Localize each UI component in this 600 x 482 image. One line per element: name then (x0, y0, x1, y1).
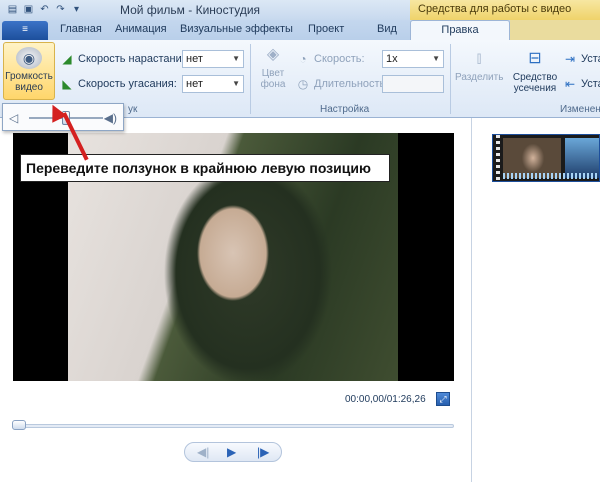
fade-in-icon: ◢ (62, 52, 72, 66)
speed-icon: ◔ (299, 52, 307, 66)
speed-label: Скорость: (314, 53, 365, 65)
save-icon[interactable]: ▣ (22, 3, 35, 16)
context-tab-title: Средства для работы с видео (410, 0, 600, 20)
redo-icon[interactable]: ↷ (54, 3, 67, 16)
video-volume-button[interactable]: ◉ Громкость видео (3, 42, 55, 100)
speed-select[interactable]: 1x ▼ (382, 50, 444, 68)
clip-thumbnail (503, 138, 561, 178)
loud-speaker-icon: ◀) (103, 111, 117, 125)
set-end-row[interactable]: ⇤ Устан (563, 77, 600, 91)
duration-label: Длительность: (314, 78, 389, 90)
fade-out-value: нет (186, 78, 203, 90)
tab-project[interactable]: Проект (308, 23, 344, 35)
group-separator (450, 44, 451, 114)
paint-bucket-icon: ◈ (266, 46, 280, 63)
instruction-callout: Переведите ползунок в крайнюю левую пози… (20, 154, 390, 182)
clip-thumbnail (565, 138, 599, 178)
quick-access-toolbar: ▤ ▣ ↶ ↷ ▾ (6, 3, 83, 16)
duration-icon: ◷ (297, 77, 309, 91)
set-start-label: Устан (581, 53, 600, 65)
audio-waveform (503, 173, 599, 179)
set-start-row[interactable]: ⇥ Устан (563, 52, 600, 66)
file-menu-button[interactable]: ≡ (2, 21, 48, 40)
tab-home[interactable]: Главная (60, 23, 102, 35)
set-end-label: Устан (581, 78, 600, 90)
fade-out-select[interactable]: нет ▼ (182, 75, 244, 93)
undo-icon[interactable]: ↶ (38, 3, 51, 16)
fade-in-value: нет (186, 53, 203, 65)
split-button[interactable]: ⫾ Разделить (455, 48, 503, 83)
fade-in-label: Скорость нарастания: (78, 53, 191, 65)
tab-edit[interactable]: Правка (410, 20, 510, 41)
mute-speaker-icon: ◁ (9, 111, 19, 125)
chevron-down-icon: ▼ (232, 54, 240, 63)
fullscreen-icon[interactable]: ⤢ (436, 392, 450, 406)
background-color-label: Цвет фона (260, 68, 286, 90)
trim-tool-label: Средство усечения (512, 72, 558, 94)
tab-visual-effects[interactable]: Визуальные эффекты (180, 23, 293, 35)
fade-out-icon: ◣ (62, 77, 72, 91)
trim-tool-button[interactable]: ⊟ Средство усечения (510, 48, 560, 94)
duration-row: ◷ Длительность: (296, 77, 389, 91)
trim-icon: ⊟ (528, 50, 542, 67)
ribbon-tabs: ≡ Главная Анимация Визуальные эффекты Пр… (0, 20, 600, 41)
background-color-button[interactable]: ◈ Цвет фона (256, 44, 290, 90)
speed-row: ◔ Скорость: (296, 52, 365, 66)
split-icon: ⫾ (476, 50, 482, 67)
chevron-down-icon: ▼ (232, 79, 240, 88)
previous-frame-icon[interactable]: ◀| (197, 445, 209, 459)
video-clip[interactable] (492, 134, 600, 182)
fade-out-label: Скорость угасания: (78, 78, 177, 90)
fade-in-select[interactable]: нет ▼ (182, 50, 244, 68)
chevron-down-icon: ▼ (432, 54, 440, 63)
duration-select[interactable] (382, 75, 444, 93)
time-readout: 00:00,00/01:26,26 (345, 394, 426, 405)
speed-value: 1x (386, 53, 398, 65)
playback-controls: ◀| ▶ |▶ (184, 442, 282, 462)
seek-thumb[interactable] (12, 420, 26, 430)
fade-in-row: ◢ Скорость нарастания: (60, 52, 191, 66)
play-icon[interactable]: ▶ (227, 445, 236, 459)
fade-out-row: ◣ Скорость угасания: (60, 77, 177, 91)
speaker-icon: ◉ (16, 47, 42, 69)
filmstrip-edge (496, 135, 500, 181)
tab-animation[interactable]: Анимация (115, 23, 167, 35)
title-bar: ▤ ▣ ↶ ↷ ▾ Мой фильм - Киностудия Средств… (0, 0, 600, 20)
window-title: Мой фильм - Киностудия (120, 3, 261, 17)
split-label: Разделить (455, 72, 504, 83)
tab-view[interactable]: Вид (377, 23, 397, 35)
seek-bar[interactable] (13, 424, 454, 428)
customize-qat-icon[interactable]: ▾ (70, 3, 83, 16)
next-frame-icon[interactable]: |▶ (257, 445, 269, 459)
app-menu-icon[interactable]: ▤ (6, 3, 19, 16)
group-edit-label: Изменен (560, 104, 600, 115)
group-audio-label: ук (128, 104, 138, 115)
video-volume-label: Громкость видео (5, 71, 53, 93)
set-start-icon: ⇥ (564, 52, 576, 66)
group-separator (250, 44, 251, 114)
group-settings-label: Настройка (320, 104, 370, 115)
context-strip (510, 20, 600, 40)
set-end-icon: ⇤ (564, 77, 576, 91)
